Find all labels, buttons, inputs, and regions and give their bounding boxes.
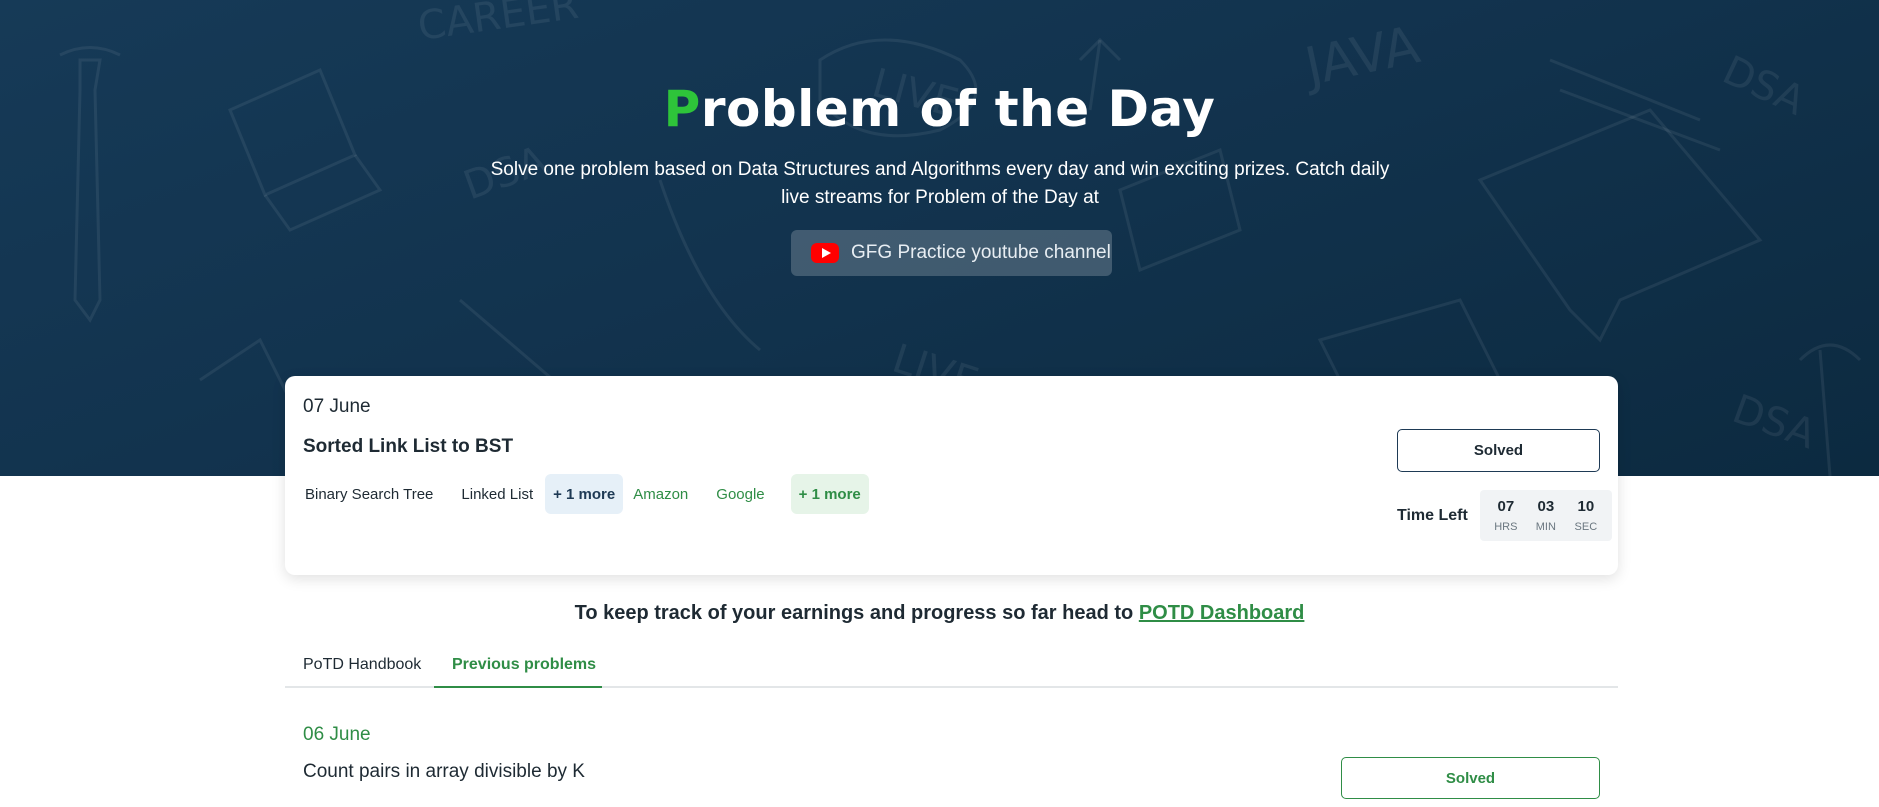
title-text: roblem of the Day xyxy=(700,80,1216,138)
title-mark: P xyxy=(663,80,701,138)
doodle-word: DSA xyxy=(1727,386,1823,458)
more-companies-badge[interactable]: + 1 more xyxy=(790,474,869,514)
hours-label: HRS xyxy=(1494,521,1518,533)
dashboard-prompt: To keep track of your earnings and progr… xyxy=(0,602,1879,625)
tab-bar: PoTD Handbook Previous problems xyxy=(285,648,1618,688)
doodle-word: CAREER xyxy=(415,0,581,50)
youtube-button-label: GFG Practice youtube channel xyxy=(851,242,1111,263)
company-tag[interactable]: Amazon xyxy=(631,474,692,514)
potd-date: 07 June xyxy=(303,396,371,417)
tab-previous-problems[interactable]: Previous problems xyxy=(452,656,596,674)
countdown-minutes: 03 MIN xyxy=(1526,498,1566,533)
tab-potd-handbook[interactable]: PoTD Handbook xyxy=(303,656,421,674)
hours-value: 07 xyxy=(1497,498,1515,515)
minutes-value: 03 xyxy=(1537,498,1555,515)
countdown: 07 HRS 03 MIN 10 SEC xyxy=(1479,490,1612,541)
potd-title[interactable]: Sorted Link List to BST xyxy=(303,436,513,458)
time-left: Time Left 07 HRS 03 MIN 10 SEC xyxy=(1397,490,1612,541)
topic-tag[interactable]: Binary Search Tree xyxy=(303,474,437,514)
topic-tag[interactable]: Linked List xyxy=(459,474,537,514)
more-topics-badge[interactable]: + 1 more xyxy=(545,474,624,514)
active-tab-indicator xyxy=(434,686,602,688)
potd-dashboard-link[interactable]: POTD Dashboard xyxy=(1139,602,1305,624)
minutes-label: MIN xyxy=(1535,521,1556,533)
hero-description: Solve one problem based on Data Structur… xyxy=(490,159,1390,208)
dashboard-prompt-text: To keep track of your earnings and progr… xyxy=(574,602,1139,624)
time-left-label: Time Left xyxy=(1397,506,1468,524)
previous-problem-title[interactable]: Count pairs in array divisible by K xyxy=(303,761,585,783)
page-title: Problem of the Day xyxy=(0,80,1879,138)
seconds-label: SEC xyxy=(1574,521,1598,533)
previous-problem-date: 06 June xyxy=(303,724,371,745)
company-tag[interactable]: Google xyxy=(714,474,768,514)
tag-list: Binary Search Tree Linked List + 1 more … xyxy=(303,474,869,514)
youtube-icon xyxy=(811,243,839,263)
countdown-seconds: 10 SEC xyxy=(1566,498,1606,533)
seconds-value: 10 xyxy=(1577,498,1595,515)
previous-solved-button[interactable]: Solved xyxy=(1341,757,1600,799)
youtube-channel-button[interactable]: GFG Practice youtube channel xyxy=(791,230,1112,276)
potd-card: 07 June Sorted Link List to BST Binary S… xyxy=(285,376,1618,575)
solved-button[interactable]: Solved xyxy=(1397,429,1600,472)
countdown-hours: 07 HRS xyxy=(1486,498,1526,533)
